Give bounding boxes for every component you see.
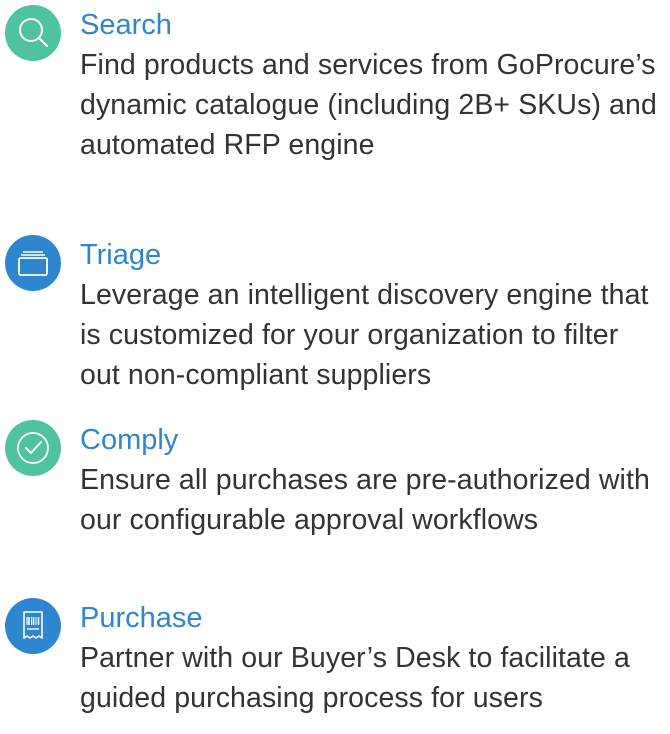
- feature-title: Search: [80, 9, 172, 41]
- feature-list: Search Find products and services from G…: [0, 0, 670, 734]
- feature-description: Partner with our Buyer’s Desk to facilit…: [80, 642, 630, 714]
- search-icon: [5, 5, 61, 61]
- feature-description: Ensure all purchases are pre-authorized …: [80, 464, 650, 536]
- checkmark-circle-icon: [5, 420, 61, 476]
- folder-stack-icon: [5, 235, 61, 291]
- feature-title: Triage: [80, 239, 162, 271]
- feature-title: Comply: [80, 424, 179, 456]
- feature-description: Find products and services from GoProcur…: [80, 49, 657, 161]
- receipt-icon: [5, 598, 61, 654]
- feature-description: Leverage an intelligent discovery engine…: [80, 279, 649, 391]
- feature-title: Purchase: [80, 602, 203, 634]
